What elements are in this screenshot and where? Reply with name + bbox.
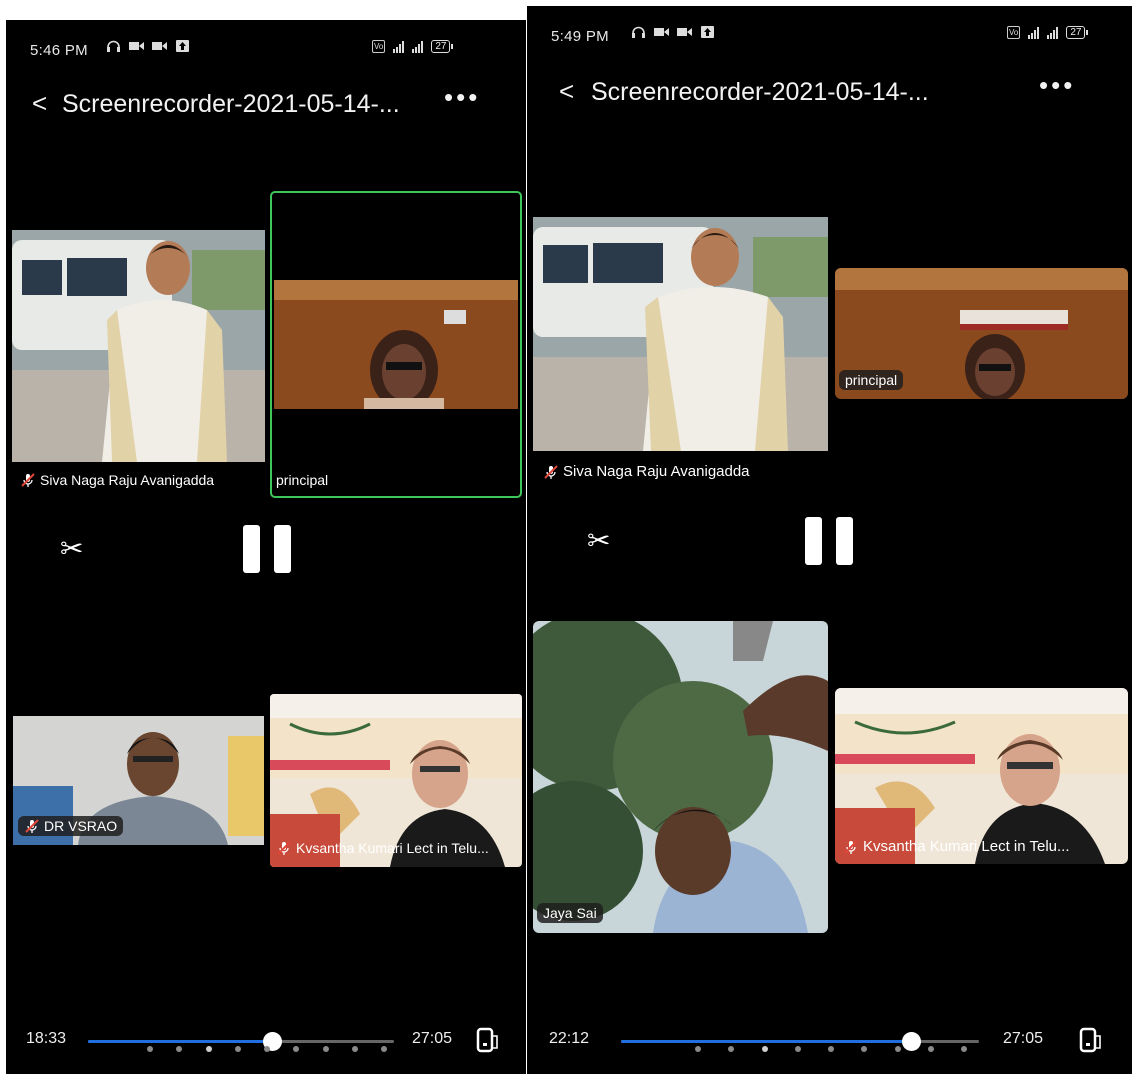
participant-name-tag: Siva Naga Raju Avanigadda xyxy=(20,472,214,488)
chapter-dots xyxy=(147,1046,387,1052)
mic-muted-icon xyxy=(544,464,558,479)
system-indicators: Vo 27 xyxy=(1007,26,1089,39)
status-time: 5:46 PM xyxy=(30,42,88,59)
participant-name: Kvsantha Kumari Lect in Telu... xyxy=(863,838,1070,855)
participant-video xyxy=(533,217,828,451)
battery-level: 27 xyxy=(1066,26,1089,39)
duration: 27:05 xyxy=(1003,1030,1044,1047)
participant-name: Siva Naga Raju Avanigadda xyxy=(563,463,750,480)
playback-bar: 22:12 27:05 xyxy=(527,1020,1132,1060)
participant-name: principal xyxy=(845,372,898,388)
participant-tile-siva xyxy=(533,217,828,451)
notification-icons xyxy=(631,26,715,38)
signal-icon xyxy=(412,40,424,53)
seek-bar-progress xyxy=(621,1040,911,1043)
video-title: Screenrecorder-2021-05-14-... xyxy=(591,78,929,106)
participant-name: Siva Naga Raju Avanigadda xyxy=(40,472,215,488)
headphones-icon xyxy=(632,26,645,38)
signal-icon xyxy=(393,40,405,53)
back-icon[interactable]: < xyxy=(32,88,47,119)
participant-name-tag: principal xyxy=(839,370,904,390)
video-icon xyxy=(677,28,692,36)
seek-bar[interactable] xyxy=(88,1032,394,1051)
scissors-icon[interactable]: ✂ xyxy=(587,524,610,557)
headphones-icon xyxy=(107,40,120,52)
video-icon xyxy=(129,42,144,50)
participant-name: principal xyxy=(276,472,329,488)
seek-bar-progress xyxy=(88,1040,272,1043)
mic-muted-icon xyxy=(25,819,39,833)
participant-video xyxy=(12,230,265,462)
more-options-icon[interactable]: ••• xyxy=(1039,70,1075,101)
participant-name: Kvsantha Kumari Lect in Telu... xyxy=(296,840,489,856)
video-icon xyxy=(152,42,167,50)
screen-recording-player-right: 5:49 PM Vo 27 < Screenrecorder-2021-05-1… xyxy=(527,6,1132,1074)
pause-button[interactable] xyxy=(805,517,853,565)
participant-tile-siva xyxy=(12,230,265,462)
mic-muted-icon xyxy=(844,839,858,854)
participant-tile-principal xyxy=(274,280,518,409)
rotate-screen-icon[interactable] xyxy=(476,1026,498,1054)
participant-name-tag: DR VSRAO xyxy=(18,816,124,836)
participant-tile-jayasai xyxy=(533,621,828,933)
back-icon[interactable]: < xyxy=(559,76,574,107)
duration: 27:05 xyxy=(412,1030,453,1047)
status-time: 5:49 PM xyxy=(551,28,609,45)
participant-video xyxy=(274,280,518,409)
chapter-dots xyxy=(695,1046,967,1052)
participant-name-tag: principal xyxy=(276,472,328,488)
participant-name-tag: Siva Naga Raju Avanigadda xyxy=(543,463,750,480)
upload-icon xyxy=(701,26,714,38)
participant-name-tag: Kvsantha Kumari Lect in Telu... xyxy=(276,840,489,856)
scissors-icon[interactable]: ✂ xyxy=(60,532,83,565)
current-time: 18:33 xyxy=(26,1030,67,1047)
system-indicators: Vo 27 xyxy=(372,40,454,53)
seek-bar[interactable] xyxy=(621,1032,979,1051)
participant-name-tag: Kvsantha Kumari Lect in Telu... xyxy=(843,838,1070,855)
participant-video xyxy=(533,621,828,933)
status-bar: 5:49 PM Vo 27 xyxy=(527,16,1132,54)
mic-muted-icon xyxy=(277,841,291,855)
participant-name: Jaya Sai xyxy=(543,905,597,921)
rotate-screen-icon[interactable] xyxy=(1079,1026,1101,1054)
battery-level: 27 xyxy=(431,40,454,53)
signal-icon xyxy=(1028,26,1040,39)
playback-bar: 18:33 27:05 xyxy=(6,1020,526,1060)
screen-recording-player-left: 5:46 PM Vo 27 < Screenrecorder-2021-05-1… xyxy=(6,20,526,1074)
notification-icons xyxy=(106,40,190,52)
title-bar: < Screenrecorder-2021-05-14-... ••• xyxy=(6,82,526,124)
participant-name-tag: Jaya Sai xyxy=(537,903,603,923)
volte-icon: Vo xyxy=(1007,26,1021,39)
video-icon xyxy=(654,28,669,36)
upload-icon xyxy=(176,40,189,52)
video-title: Screenrecorder-2021-05-14-... xyxy=(62,90,400,118)
title-bar: < Screenrecorder-2021-05-14-... ••• xyxy=(527,70,1132,112)
volte-icon: Vo xyxy=(372,40,386,53)
mic-muted-icon xyxy=(21,473,35,487)
pause-button[interactable] xyxy=(243,525,291,573)
participant-name: DR VSRAO xyxy=(44,818,118,834)
status-bar: 5:46 PM Vo 27 xyxy=(6,30,526,68)
current-time: 22:12 xyxy=(549,1030,590,1047)
signal-icon xyxy=(1047,26,1059,39)
more-options-icon[interactable]: ••• xyxy=(444,82,480,113)
